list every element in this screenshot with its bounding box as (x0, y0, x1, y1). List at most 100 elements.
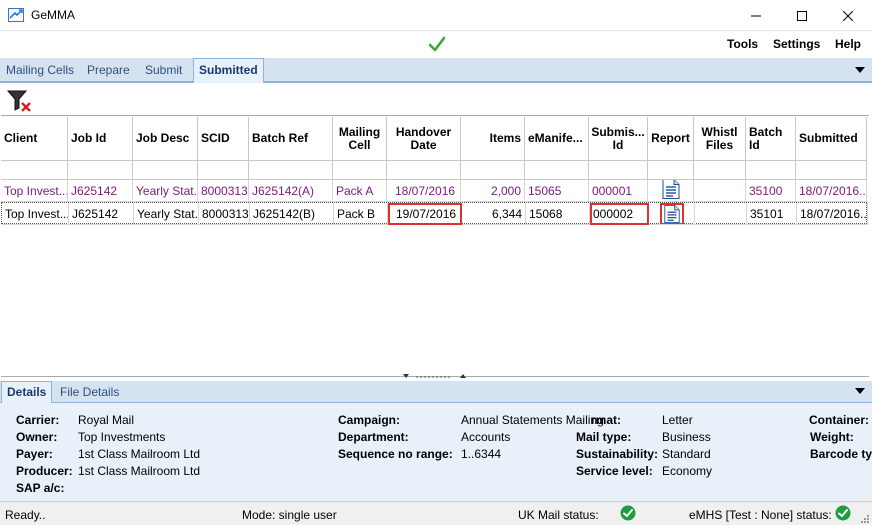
tab-file-details[interactable]: File Details (60, 385, 119, 399)
cell-job-id[interactable]: J625142 (69, 203, 134, 225)
report-document-icon[interactable] (663, 205, 681, 223)
tab-mailing-cells[interactable]: Mailing Cells (6, 63, 74, 77)
column-header-job-id[interactable]: Job Id (68, 117, 133, 160)
cell-batch-ref[interactable]: J625142(B) (250, 203, 334, 225)
uk-mail-status-label: UK Mail status: (518, 508, 599, 522)
cell-job-desc[interactable]: Yearly Stat... (133, 180, 198, 202)
grid-header: Client Job Id Job Desc SCID Batch Ref Ma… (1, 117, 867, 160)
carrier-label: Carrier: (16, 413, 60, 427)
campaign-label: Campaign: (338, 413, 401, 427)
cell-whistl-files[interactable] (694, 180, 746, 202)
cell-submitted[interactable]: 18/07/2016... (797, 203, 868, 225)
filter-cell-whistl-files[interactable] (694, 161, 746, 180)
filter-cell-job-desc[interactable] (133, 161, 198, 180)
cell-report[interactable] (649, 203, 695, 225)
maximize-icon (797, 10, 807, 21)
barcode-type-label: Barcode ty (810, 447, 872, 461)
app-logo-icon (8, 8, 24, 22)
cell-batch-ref[interactable]: J625142(A) (249, 180, 333, 202)
filter-cell-report[interactable] (648, 161, 694, 180)
column-header-items[interactable]: Items (461, 117, 525, 160)
carrier-value: Royal Mail (78, 413, 135, 427)
payer-label: Payer: (16, 447, 53, 461)
menu-settings[interactable]: Settings (773, 37, 820, 51)
filter-cell-submission-id[interactable] (589, 161, 648, 180)
column-header-mailing-cell[interactable]: Mailing Cell (333, 117, 387, 160)
department-label: Department: (338, 430, 409, 444)
filter-cell-mailing-cell[interactable] (333, 161, 387, 180)
cell-emanifest[interactable]: 15065 (525, 180, 589, 202)
service-level-label: Service level: (576, 464, 653, 478)
cell-batch-id[interactable]: 35101 (747, 203, 797, 225)
tab-details[interactable]: Details (1, 381, 53, 403)
owner-value: Top Investments (78, 430, 166, 444)
filter-cell-submitted[interactable] (796, 161, 867, 180)
cell-job-id[interactable]: J625142 (68, 180, 133, 202)
minimize-button[interactable] (733, 0, 779, 31)
column-header-submission-id[interactable]: Submis... Id (589, 117, 648, 160)
cell-emanifest[interactable]: 15068 (526, 203, 590, 225)
table-row-selected[interactable]: Top Invest... J625142 Yearly Stat... 800… (1, 202, 868, 225)
column-header-job-desc[interactable]: Job Desc (133, 117, 198, 160)
cell-client[interactable]: Top Invest... (2, 203, 69, 225)
cell-report[interactable] (648, 180, 694, 202)
resize-grip-icon[interactable] (859, 513, 870, 524)
cell-mailing-cell[interactable]: Pack B (334, 203, 388, 225)
cell-scid[interactable]: 8000313 (199, 203, 250, 225)
service-level-value: Economy (662, 464, 713, 478)
container-label: Container: (809, 413, 869, 427)
cell-client[interactable]: Top Invest... (1, 180, 68, 202)
filter-cell-batch-ref[interactable] (249, 161, 333, 180)
tab-submitted[interactable]: Submitted (193, 58, 264, 83)
cell-submission-id[interactable]: 000001 (589, 180, 648, 202)
column-header-handover-date[interactable]: Handover Date (387, 117, 461, 160)
column-header-emanifest[interactable]: eManife... (525, 117, 589, 160)
filter-cell-batch-id[interactable] (746, 161, 796, 180)
filter-cell-job-id[interactable] (68, 161, 133, 180)
cell-handover-date[interactable]: 19/07/2016 (388, 203, 462, 225)
chevron-down-icon[interactable] (855, 67, 865, 73)
tab-prepare[interactable]: Prepare (87, 63, 130, 77)
green-check-icon (429, 36, 445, 52)
column-header-scid[interactable]: SCID (198, 117, 249, 160)
tab-submit[interactable]: Submit (145, 63, 182, 77)
cell-job-desc[interactable]: Yearly Stat... (134, 203, 199, 225)
table-row[interactable]: Top Invest... J625142 Yearly Stat... 800… (1, 180, 867, 202)
menu-tools[interactable]: Tools (727, 37, 758, 51)
chevron-down-icon[interactable] (855, 388, 865, 394)
column-header-whistl-files[interactable]: Whistl Files (694, 117, 746, 160)
details-tab-bar: Details File Details (0, 381, 872, 403)
filter-cell-items[interactable] (461, 161, 525, 180)
filter-clear-icon[interactable] (7, 89, 33, 113)
column-header-client[interactable]: Client (1, 117, 68, 160)
cell-scid[interactable]: 8000313 (198, 180, 249, 202)
grid-toolbar (1, 85, 870, 115)
cell-batch-id[interactable]: 35100 (746, 180, 796, 202)
filter-cell-scid[interactable] (198, 161, 249, 180)
cell-mailing-cell[interactable]: Pack A (333, 180, 387, 202)
cell-handover-date[interactable]: 18/07/2016 (387, 180, 461, 202)
cell-submitted[interactable]: 18/07/2016... (796, 180, 867, 202)
cell-items[interactable]: 6,344 (462, 203, 526, 225)
sap-account-label: SAP a/c: (16, 481, 65, 495)
column-header-submitted[interactable]: Submitted (796, 117, 867, 160)
close-button[interactable] (825, 0, 871, 31)
filter-cell-handover-date[interactable] (387, 161, 461, 180)
filter-cell-client[interactable] (1, 161, 68, 180)
cell-whistl-files[interactable] (695, 203, 747, 225)
splitter-handle[interactable] (402, 373, 470, 381)
cell-items[interactable]: 2,000 (461, 180, 525, 202)
main-tab-bar: Mailing Cells Prepare Submit Submitted (0, 58, 872, 83)
campaign-value: Annual Statements Mailing (461, 413, 604, 427)
column-header-batch-ref[interactable]: Batch Ref (249, 117, 333, 160)
mode-status: Mode: single user (242, 508, 337, 522)
maximize-button[interactable] (779, 0, 825, 31)
menu-help[interactable]: Help (835, 37, 861, 51)
cell-submission-id[interactable]: 000002 (590, 203, 649, 225)
producer-value: 1st Class Mailroom Ltd (78, 464, 201, 478)
column-header-batch-id[interactable]: Batch Id (746, 117, 796, 160)
column-header-report[interactable]: Report (648, 117, 694, 160)
filter-cell-emanifest[interactable] (525, 161, 589, 180)
sustainability-label: Sustainability: (576, 447, 659, 461)
report-document-icon[interactable] (662, 180, 680, 199)
